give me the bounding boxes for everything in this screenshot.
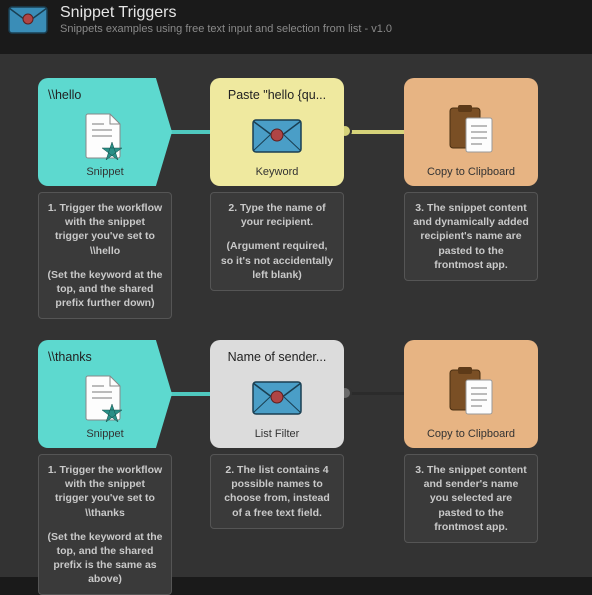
page-subtitle: Snippets examples using free text input … [60,23,392,35]
clipboard-icon [446,92,496,166]
snippet-trigger-node[interactable]: \\hello Snippet [38,78,172,186]
node-type-label: Snippet [86,166,123,178]
node-description: 3. The snippet content and sender's name… [404,454,538,543]
node-column: Copy to Clipboard 3. The snippet content… [404,78,538,281]
page-title: Snippet Triggers [60,4,392,22]
node-column: \\thanks Snippet 1. Trigger the workflow… [38,340,172,595]
node-column: Paste "hello {qu... Keyword 2. Type the … [210,78,344,291]
node-type-label: List Filter [255,428,300,440]
node-description: 1. Trigger the workflow with the snippet… [38,454,172,595]
workflow-icon [8,5,48,35]
snippet-file-icon [82,106,128,166]
node-column: Copy to Clipboard 3. The snippet content… [404,340,538,543]
node-description: 2. The list contains 4 possible names to… [210,454,344,529]
clipboard-icon [446,354,496,428]
node-type-label: Copy to Clipboard [427,166,515,178]
node-title: \\hello [44,88,166,102]
node-type-label: Snippet [86,428,123,440]
node-description: 1. Trigger the workflow with the snippet… [38,192,172,319]
copy-to-clipboard-node[interactable]: Copy to Clipboard [404,340,538,448]
header: Snippet Triggers Snippets examples using… [0,0,592,45]
snippet-file-icon [82,368,128,428]
node-title: Name of sender... [216,350,338,364]
node-column: \\hello Snippet 1. Trigger the workflow … [38,78,172,319]
copy-to-clipboard-node[interactable]: Copy to Clipboard [404,78,538,186]
snippet-trigger-node[interactable]: \\thanks Snippet [38,340,172,448]
keyword-node[interactable]: Paste "hello {qu... Keyword [210,78,344,186]
list-filter-node[interactable]: Name of sender... List Filter [210,340,344,448]
node-description: 3. The snippet content and dynamically a… [404,192,538,281]
node-type-label: Copy to Clipboard [427,428,515,440]
node-description: 2. Type the name of your recipient. (Arg… [210,192,344,291]
envelope-icon [252,106,302,166]
node-column: Name of sender... List Filter 2. The lis… [210,340,344,529]
workflow-canvas[interactable]: \\hello Snippet 1. Trigger the workflow … [0,54,592,577]
envelope-icon [252,368,302,428]
node-type-label: Keyword [256,166,299,178]
node-title: \\thanks [44,350,166,364]
node-title: Paste "hello {qu... [216,88,338,102]
